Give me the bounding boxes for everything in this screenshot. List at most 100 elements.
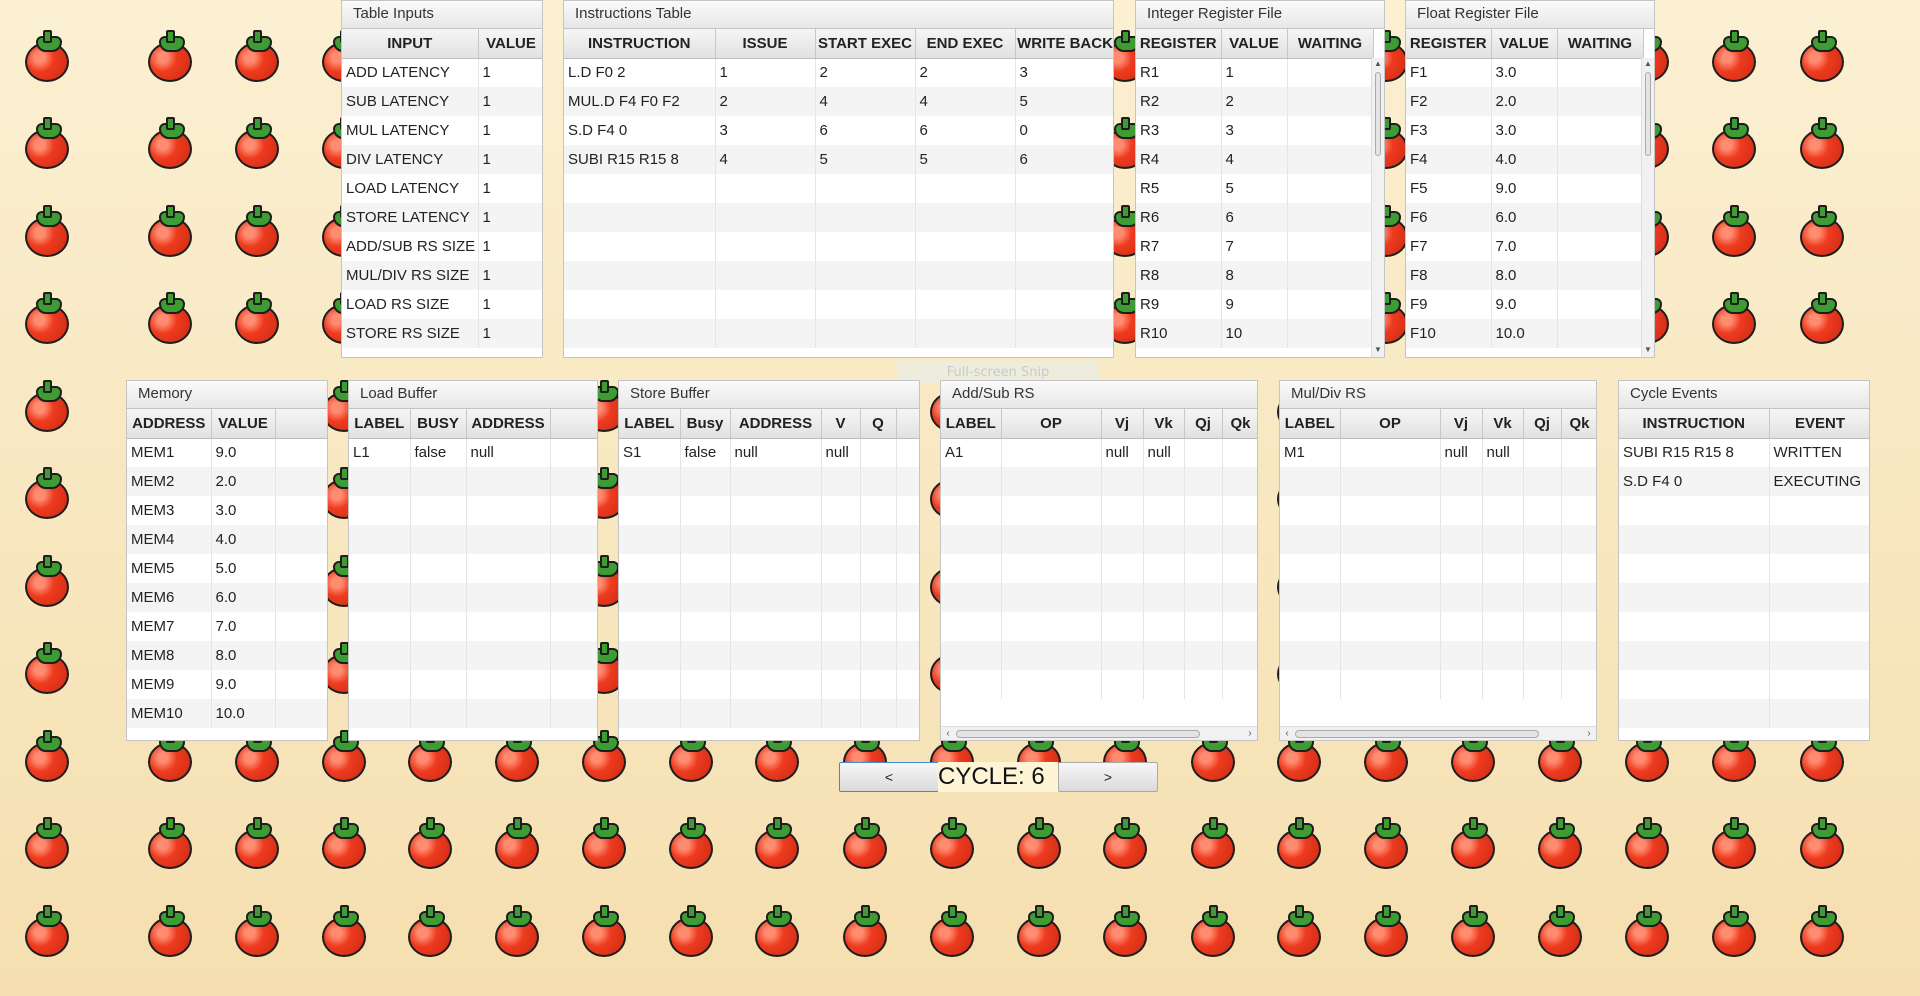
column-header[interactable]: REGISTER — [1406, 29, 1492, 59]
empty-row[interactable] — [619, 612, 919, 641]
empty-row[interactable] — [1280, 554, 1596, 583]
table-row[interactable]: F7 7.0 — [1406, 232, 1644, 261]
empty-row[interactable] — [1280, 641, 1596, 670]
table-row[interactable]: LOAD RS SIZE 1 — [342, 290, 542, 319]
table-row[interactable]: F2 2.0 — [1406, 87, 1644, 116]
column-header[interactable]: LABEL — [1280, 409, 1341, 439]
prev-cycle-button[interactable]: < — [839, 762, 939, 792]
column-header[interactable]: OP — [1340, 409, 1441, 439]
empty-row[interactable] — [1619, 554, 1869, 583]
column-header[interactable]: Qk — [1561, 409, 1596, 439]
empty-row[interactable] — [1280, 496, 1596, 525]
column-header[interactable]: Qj — [1184, 409, 1223, 439]
scroll-left-icon[interactable]: ‹ — [942, 728, 954, 740]
table-row[interactable]: R5 5 — [1136, 174, 1374, 203]
column-header[interactable]: V — [821, 409, 861, 439]
table-row[interactable]: MEM8 8.0 — [127, 641, 327, 670]
horizontal-scrollbar[interactable]: ‹ › — [1280, 726, 1596, 740]
empty-row[interactable] — [1619, 641, 1869, 670]
column-header[interactable]: ADDRESS — [466, 409, 551, 439]
table-row[interactable]: F10 10.0 — [1406, 319, 1644, 348]
empty-row[interactable] — [941, 496, 1257, 525]
column-header[interactable]: LABEL — [349, 409, 411, 439]
empty-row[interactable] — [941, 525, 1257, 554]
empty-row[interactable] — [619, 641, 919, 670]
vertical-scrollbar[interactable]: ▲ ▼ — [1641, 58, 1654, 357]
table-row[interactable]: R1 1 — [1136, 58, 1374, 87]
empty-row[interactable] — [349, 612, 597, 641]
table-row[interactable]: MUL.D F4 F0 F2 2 4 4 5 — [564, 87, 1113, 116]
column-header[interactable]: LABEL — [941, 409, 1002, 439]
scroll-up-icon[interactable]: ▲ — [1373, 59, 1383, 69]
column-header[interactable]: Q — [860, 409, 897, 439]
empty-row[interactable] — [941, 612, 1257, 641]
column-header[interactable]: INSTRUCTION — [564, 29, 716, 59]
scroll-down-icon[interactable]: ▼ — [1643, 345, 1653, 355]
table-row[interactable]: MUL LATENCY 1 — [342, 116, 542, 145]
empty-row[interactable] — [564, 290, 1113, 319]
column-header[interactable] — [550, 409, 597, 439]
table-row[interactable]: F8 8.0 — [1406, 261, 1644, 290]
horizontal-scrollbar[interactable]: ‹ › — [941, 726, 1257, 740]
table-row[interactable]: R7 7 — [1136, 232, 1374, 261]
empty-row[interactable] — [619, 467, 919, 496]
empty-row[interactable] — [564, 261, 1113, 290]
table-row[interactable]: F9 9.0 — [1406, 290, 1644, 319]
table-row[interactable]: MEM6 6.0 — [127, 583, 327, 612]
empty-row[interactable] — [349, 525, 597, 554]
table-row[interactable]: MEM2 2.0 — [127, 467, 327, 496]
column-header[interactable]: VALUE — [1491, 29, 1558, 59]
empty-row[interactable] — [1619, 496, 1869, 525]
table-row[interactable]: MEM10 10.0 — [127, 699, 327, 728]
table-row[interactable]: F6 6.0 — [1406, 203, 1644, 232]
table-row[interactable]: STORE LATENCY 1 — [342, 203, 542, 232]
empty-row[interactable] — [619, 699, 919, 728]
table-row[interactable]: SUBI R15 R15 8 WRITTEN — [1619, 438, 1869, 467]
table-row[interactable]: MEM3 3.0 — [127, 496, 327, 525]
empty-row[interactable] — [941, 641, 1257, 670]
table-row[interactable]: R9 9 — [1136, 290, 1374, 319]
empty-row[interactable] — [564, 319, 1113, 348]
table-row[interactable]: ADD/SUB RS SIZE 1 — [342, 232, 542, 261]
empty-row[interactable] — [619, 496, 919, 525]
column-header[interactable] — [896, 409, 919, 439]
table-row[interactable]: F1 3.0 — [1406, 58, 1644, 87]
column-header[interactable]: BUSY — [410, 409, 467, 439]
scroll-down-icon[interactable]: ▼ — [1373, 345, 1383, 355]
column-header[interactable]: Vj — [1101, 409, 1144, 439]
table-row[interactable]: R4 4 — [1136, 145, 1374, 174]
column-header[interactable]: VALUE — [1221, 29, 1288, 59]
empty-row[interactable] — [1619, 670, 1869, 699]
table-row[interactable]: L1 false null — [349, 438, 597, 467]
table-row[interactable]: SUB LATENCY 1 — [342, 87, 542, 116]
column-header[interactable]: EVENT — [1769, 409, 1869, 439]
table-row[interactable]: MEM9 9.0 — [127, 670, 327, 699]
empty-row[interactable] — [564, 232, 1113, 261]
empty-row[interactable] — [564, 203, 1113, 232]
table-row[interactable]: F5 9.0 — [1406, 174, 1644, 203]
empty-row[interactable] — [1280, 525, 1596, 554]
empty-row[interactable] — [1619, 525, 1869, 554]
empty-row[interactable] — [619, 583, 919, 612]
empty-row[interactable] — [349, 554, 597, 583]
table-row[interactable]: MEM5 5.0 — [127, 554, 327, 583]
column-header[interactable]: REGISTER — [1136, 29, 1222, 59]
column-header[interactable]: VALUE — [211, 409, 276, 439]
empty-row[interactable] — [941, 583, 1257, 612]
empty-row[interactable] — [1280, 612, 1596, 641]
empty-row[interactable] — [349, 467, 597, 496]
table-row[interactable]: R6 6 — [1136, 203, 1374, 232]
column-header[interactable]: INPUT — [342, 29, 479, 59]
table-row[interactable]: S.D F4 0 EXECUTING — [1619, 467, 1869, 496]
table-row[interactable]: STORE RS SIZE 1 — [342, 319, 542, 348]
table-row[interactable]: F4 4.0 — [1406, 145, 1644, 174]
column-header[interactable]: END EXEC — [915, 29, 1016, 59]
column-header[interactable]: WAITING — [1557, 29, 1644, 59]
empty-row[interactable] — [619, 670, 919, 699]
table-row[interactable]: S1 false null null — [619, 438, 919, 467]
empty-row[interactable] — [941, 467, 1257, 496]
empty-row[interactable] — [1619, 699, 1869, 728]
empty-row[interactable] — [941, 670, 1257, 699]
scroll-thumb[interactable] — [1295, 730, 1539, 738]
empty-row[interactable] — [1619, 583, 1869, 612]
